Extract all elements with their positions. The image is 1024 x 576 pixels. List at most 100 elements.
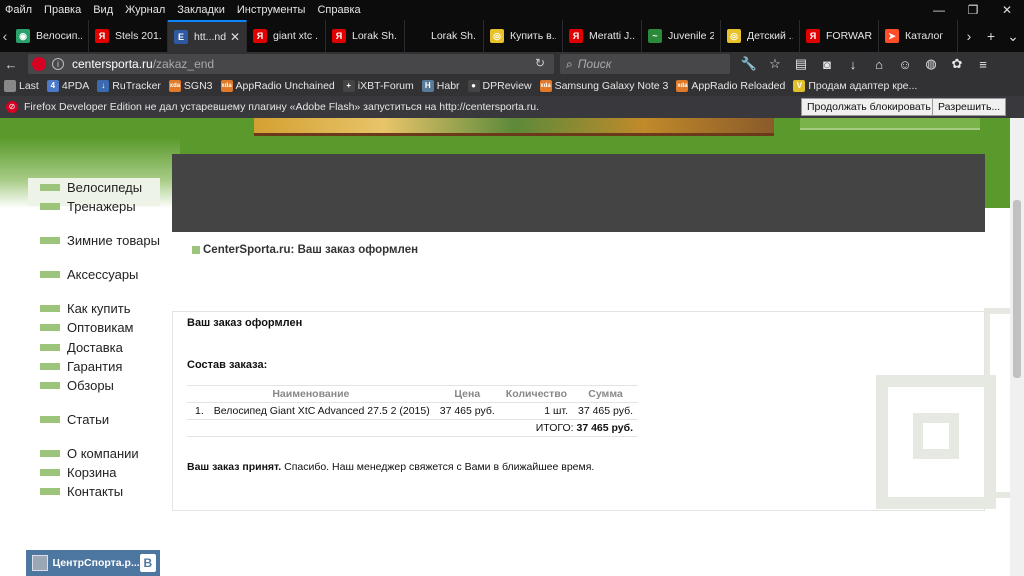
reading-list-icon[interactable]: ▤ bbox=[788, 56, 814, 72]
tab-list-icon[interactable]: ⌄ bbox=[1002, 28, 1024, 45]
sidebar-item-label: Как купить bbox=[67, 301, 131, 316]
bookmark-label: Продам адаптер кре... bbox=[808, 80, 918, 92]
tab-6[interactable]: ◎ Купить в... bbox=[484, 20, 563, 52]
addon-icon[interactable]: ✿ bbox=[944, 56, 970, 72]
page-title: CenterSporta.ru: Ваш заказ оформлен bbox=[192, 244, 418, 256]
bookmark-8[interactable]: xda Samsung Galaxy Note 3 bbox=[536, 80, 673, 92]
sidebar-item-9[interactable]: Статьи bbox=[40, 412, 109, 427]
tab-8[interactable]: ~ Juvenile 24 bbox=[642, 20, 721, 52]
tab-0[interactable]: ◉ Велосип... bbox=[10, 20, 89, 52]
bullet-icon bbox=[40, 271, 60, 278]
bullet-icon bbox=[40, 324, 60, 331]
menu-tools[interactable]: Инструменты bbox=[231, 0, 312, 20]
vk-widget[interactable]: ЦентрСпорта.р... B bbox=[26, 550, 160, 576]
back-icon[interactable]: ← bbox=[0, 57, 22, 72]
bookmark-6[interactable]: H Habr bbox=[418, 80, 464, 92]
pocket-icon[interactable]: ◙ bbox=[814, 57, 840, 72]
bookmark-1[interactable]: 4 4PDA bbox=[43, 80, 93, 92]
bookmark-10[interactable]: V Продам адаптер кре... bbox=[789, 80, 921, 92]
tab-11[interactable]: ➤ Каталог bbox=[879, 20, 958, 52]
sidebar-item-4[interactable]: Как купить bbox=[40, 301, 130, 316]
plugin-blocked-icon[interactable] bbox=[32, 57, 46, 71]
wrench-icon[interactable]: 🔧 bbox=[736, 56, 762, 72]
allow-button[interactable]: Разрешить... bbox=[932, 98, 1007, 116]
sidebar-item-5[interactable]: Оптовикам bbox=[40, 320, 134, 335]
download-icon[interactable]: ↓ bbox=[840, 57, 866, 72]
decor-square-small bbox=[913, 413, 959, 459]
tab-label: FORWAR... bbox=[826, 30, 872, 42]
minimize-icon[interactable]: — bbox=[922, 0, 956, 20]
sidebar-item-1[interactable]: Тренажеры bbox=[40, 199, 136, 214]
close-tab-icon[interactable]: ✕ bbox=[230, 30, 240, 44]
yandex-icon: Я bbox=[95, 29, 109, 43]
tab-5[interactable]: Lorak Sh... bbox=[405, 20, 484, 52]
bookmark-5[interactable]: + iXBT-Forum bbox=[339, 80, 418, 92]
extension-icon[interactable]: ◍ bbox=[918, 56, 944, 72]
sidebar-item-0[interactable]: Велосипеды bbox=[40, 180, 142, 195]
order-composition-label: Состав заказа: bbox=[187, 359, 268, 371]
bookmark-label: 4PDA bbox=[61, 80, 90, 92]
sidebar-item-label: Оптовикам bbox=[67, 320, 134, 335]
bookmarks-bar: Last 4 4PDA ↓ RuTracker xda SGN3 xda AppRadio Un… bbox=[0, 76, 1024, 96]
menu-view[interactable]: Вид bbox=[87, 0, 119, 20]
bullet-icon bbox=[40, 416, 60, 423]
header-banner-image[interactable] bbox=[254, 118, 774, 136]
bookmark-label: iXBT-Forum bbox=[357, 80, 414, 92]
tab-7[interactable]: Я Meratti J... bbox=[563, 20, 642, 52]
tab-label: Детский ... bbox=[747, 30, 793, 42]
total-row: ИТОГО: 37 465 руб. bbox=[187, 419, 639, 437]
page-scrollbar[interactable] bbox=[1010, 118, 1024, 576]
tab-scroll-right-icon[interactable]: › bbox=[958, 28, 980, 44]
menu-bookmarks[interactable]: Закладки bbox=[171, 0, 231, 20]
sidebar-item-3[interactable]: Аксессуары bbox=[40, 267, 138, 282]
hamburger-menu-icon[interactable]: ≡ bbox=[970, 57, 996, 72]
bullet-icon bbox=[40, 450, 60, 457]
tab-10[interactable]: Я FORWAR... bbox=[800, 20, 879, 52]
tab-1[interactable]: Я Stels 201... bbox=[89, 20, 168, 52]
sidebar-item-label: Корзина bbox=[67, 465, 117, 480]
sidebar-item-10[interactable]: О компании bbox=[40, 446, 139, 461]
row-price: 37 465 руб. bbox=[434, 402, 500, 420]
sidebar-item-label: Обзоры bbox=[67, 378, 114, 393]
new-tab-icon[interactable]: + bbox=[980, 28, 1002, 44]
bookmark-4[interactable]: xda AppRadio Unchained bbox=[217, 80, 339, 92]
reload-icon[interactable]: ↻ bbox=[530, 56, 550, 70]
bookmark-9[interactable]: xda AppRadio Reloaded bbox=[672, 80, 789, 92]
menu-help[interactable]: Справка bbox=[311, 0, 366, 20]
bullet-icon bbox=[192, 246, 200, 254]
tab-scroll-left-icon[interactable]: ‹ bbox=[0, 20, 10, 52]
bookmark-7[interactable]: ● DPReview bbox=[464, 80, 536, 92]
sidebar-item-2[interactable]: Зимние товары bbox=[40, 233, 160, 248]
tab-bar-actions: › + ⌄ bbox=[958, 20, 1024, 52]
menu-history[interactable]: Журнал bbox=[119, 0, 171, 20]
menu-file[interactable]: Файл bbox=[0, 0, 38, 20]
tab-label: Lorak Sh... bbox=[352, 30, 398, 42]
info-icon[interactable]: i bbox=[52, 58, 64, 70]
search-input[interactable]: ⌕ Поиск bbox=[560, 54, 730, 74]
habr-icon: H bbox=[421, 80, 434, 92]
sidebar-item-12[interactable]: Контакты bbox=[40, 484, 123, 499]
emoji-icon[interactable]: ☺ bbox=[892, 57, 918, 72]
restore-icon[interactable]: ❐ bbox=[956, 0, 990, 20]
sidebar-item-8[interactable]: Обзоры bbox=[40, 378, 114, 393]
bookmark-0[interactable]: Last bbox=[0, 80, 43, 92]
sidebar-item-7[interactable]: Гарантия bbox=[40, 359, 122, 374]
close-window-icon[interactable]: ✕ bbox=[990, 0, 1024, 20]
url-bar[interactable]: i centersporta.ru/zakaz_end bbox=[28, 54, 554, 74]
sidebar-item-11[interactable]: Корзина bbox=[40, 465, 117, 480]
yellow-circle-icon: ◎ bbox=[490, 29, 504, 43]
tab-9[interactable]: ◎ Детский ... bbox=[721, 20, 800, 52]
tab-3[interactable]: Яgiant xtc ... bbox=[247, 20, 326, 52]
blocked-plugin-icon: ⊘ bbox=[6, 101, 18, 113]
continue-blocking-button[interactable]: Продолжать блокировать bbox=[801, 98, 937, 116]
bookmark-3[interactable]: xda SGN3 bbox=[165, 80, 217, 92]
home-icon[interactable]: ⌂ bbox=[866, 57, 892, 72]
tab-2[interactable]: Ehtt...nd ✕ bbox=[168, 20, 247, 52]
bookmark-star-icon[interactable]: ☆ bbox=[762, 56, 788, 72]
vk-logo-icon[interactable]: B bbox=[139, 554, 156, 572]
bookmark-2[interactable]: ↓ RuTracker bbox=[93, 80, 165, 92]
tab-4[interactable]: Я Lorak Sh... bbox=[326, 20, 405, 52]
sidebar-item-6[interactable]: Доставка bbox=[40, 340, 123, 355]
menu-edit[interactable]: Правка bbox=[38, 0, 87, 20]
scrollbar-thumb[interactable] bbox=[1013, 200, 1021, 378]
